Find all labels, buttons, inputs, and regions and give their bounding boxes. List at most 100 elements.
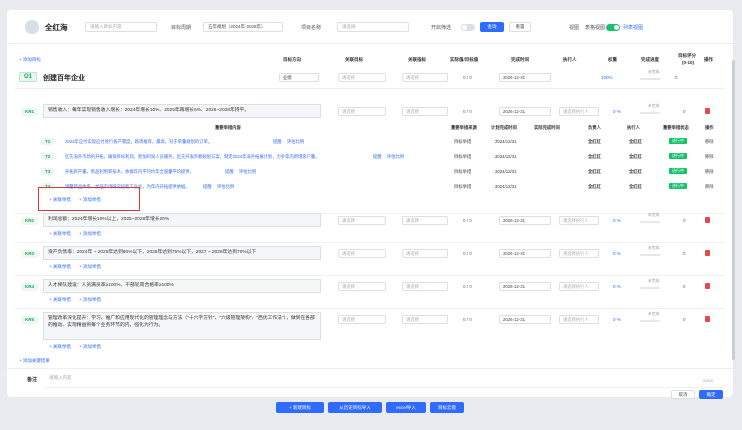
kr-progress-bar bbox=[640, 254, 660, 256]
add-todo-link[interactable]: + 添加举措 bbox=[79, 297, 101, 303]
kr-text-box[interactable]: 销售收入：每年实现销售收入增长：2024年增长10%、2025年再增长5%、20… bbox=[43, 104, 321, 118]
task-evaluate-link[interactable]: 评估比例 bbox=[217, 184, 234, 190]
task-edit-link[interactable]: 提醒 bbox=[203, 184, 212, 190]
task-remove-link[interactable]: 移除 bbox=[705, 139, 714, 145]
add-plan-link[interactable]: + 关联举措 bbox=[49, 197, 71, 203]
confirm-button[interactable]: 确定 bbox=[699, 390, 723, 399]
task-evaluate-link[interactable]: 评估比例 bbox=[387, 154, 404, 160]
kr-indicator-select[interactable]: 请选择 bbox=[402, 216, 448, 225]
import-history-button[interactable]: 从历史目标导入 bbox=[328, 402, 382, 413]
kr-deadline-picker[interactable]: 2026-12-31 bbox=[499, 216, 551, 225]
objective-direction-select[interactable]: 业绩 bbox=[279, 73, 319, 82]
kr-goal-select[interactable]: 请选择 bbox=[338, 216, 386, 225]
project-select[interactable]: 请选择 bbox=[337, 22, 409, 32]
add-objective-link[interactable]: + 添加目标 bbox=[19, 57, 41, 63]
kr-executor-select[interactable]: 请选择执行人 bbox=[559, 249, 599, 258]
period-select[interactable]: 五年规划（2024年-2028年） bbox=[203, 22, 283, 32]
delete-icon[interactable] bbox=[705, 283, 710, 289]
delete-icon[interactable] bbox=[705, 108, 710, 114]
kr-deadline-picker[interactable]: 2026-12-31 bbox=[499, 282, 551, 291]
kr-goal-select[interactable]: 请选择 bbox=[338, 315, 386, 324]
search-input[interactable]: 请输入目标内容 bbox=[85, 22, 157, 32]
kr-text-box[interactable]: 利润总额：2024年增长10%以上，2025~2028年增长20% bbox=[43, 213, 321, 227]
kr-indicator-select[interactable]: 请选择 bbox=[402, 107, 448, 116]
kr-goal-select[interactable]: 请选择 bbox=[338, 249, 386, 258]
kr-score[interactable]: 0 bbox=[683, 284, 686, 289]
kr-executor-select[interactable]: 请选择执行人 bbox=[559, 216, 599, 225]
add-todo-link[interactable]: + 添加举措 bbox=[79, 231, 101, 237]
kr-deadline-picker[interactable]: 2026-12-31 bbox=[499, 249, 551, 258]
add-plan-link[interactable]: + 关联举措 bbox=[49, 264, 71, 270]
kr-score[interactable]: 0 bbox=[683, 218, 686, 223]
task-remove-link[interactable]: 移除 bbox=[705, 184, 714, 190]
task-evaluate-link[interactable]: 评估比例 bbox=[239, 169, 256, 175]
avatar bbox=[25, 20, 39, 34]
kr-tag: KR4 bbox=[21, 283, 39, 291]
kr-deadline-picker[interactable]: 2026-12-31 bbox=[499, 107, 551, 116]
task-col-ops: 操作 bbox=[705, 125, 714, 130]
kr-executor-select[interactable]: 请选择执行人 bbox=[559, 282, 599, 291]
task-content[interactable]: 区先海外市场的开拓，确保目标利润，新加利润人员服务，区先开发外额规划方案，制定2… bbox=[65, 154, 319, 160]
task-edit-link[interactable]: 提醒 bbox=[225, 169, 234, 175]
objective-weight[interactable]: 100% bbox=[601, 75, 613, 80]
kr-executor-select[interactable]: 请选择执行人 bbox=[559, 315, 599, 324]
scrollbar[interactable] bbox=[732, 60, 735, 360]
kr-weight[interactable]: 0 % bbox=[613, 109, 621, 114]
objective-score[interactable]: 0 bbox=[675, 75, 678, 80]
col-progress: 完成进度 bbox=[641, 57, 659, 62]
kr-goal-select[interactable]: 请选择 bbox=[338, 282, 386, 291]
kr-text-box[interactable]: 管理改革深化提升：学习、推广和应用现代化的管理理念与方法（"十六字方针"、"六级… bbox=[43, 312, 321, 340]
task-owner: 全红红 bbox=[588, 184, 601, 189]
open-filter-toggle[interactable] bbox=[461, 24, 475, 31]
add-todo-link[interactable]: + 添加举措 bbox=[79, 344, 101, 350]
delete-icon[interactable] bbox=[705, 217, 710, 223]
task-content[interactable]: 2024年应付实现应付进行按产需度，跌周推荐，最高，对于单量规划的订单。 bbox=[65, 139, 212, 145]
kr-score[interactable]: 0 bbox=[683, 109, 686, 114]
delete-icon[interactable] bbox=[705, 316, 710, 322]
kr-goal-select[interactable]: 请选择 bbox=[338, 107, 386, 116]
kr-progress-pill: 未完成 bbox=[648, 246, 660, 250]
objective-indicator-select[interactable]: 请选择 bbox=[402, 73, 448, 82]
add-todo-link[interactable]: + 添加举措 bbox=[79, 264, 101, 270]
remark-input[interactable]: 请输入内容 bbox=[45, 372, 715, 386]
kr-weight[interactable]: 0 % bbox=[613, 218, 621, 223]
reset-button[interactable]: 重置 bbox=[509, 22, 531, 32]
add-todo-link[interactable]: + 添加举措 bbox=[79, 197, 101, 203]
task-evaluate-link[interactable]: 评估比例 bbox=[287, 139, 304, 145]
excel-import-button[interactable]: excel导入 bbox=[386, 402, 426, 413]
kr-deadline-picker[interactable]: 2026-12-31 bbox=[499, 315, 551, 324]
kr-weight[interactable]: 0 % bbox=[613, 317, 621, 322]
list-view-link[interactable]: 列表视图 bbox=[623, 24, 643, 31]
kr-score[interactable]: 0 bbox=[683, 317, 686, 322]
kr-weight[interactable]: 0 % bbox=[613, 284, 621, 289]
add-key-result-link[interactable]: + 添加关键结果 bbox=[19, 358, 50, 364]
kr-indicator-select[interactable]: 请选择 bbox=[402, 249, 448, 258]
objective-deadline-picker[interactable]: 2026-12-31 bbox=[499, 73, 551, 82]
view-toggle[interactable] bbox=[606, 24, 620, 31]
task-plan-date: 2024/12/31 bbox=[495, 139, 517, 144]
objective-title[interactable]: 创建百年企业 bbox=[43, 73, 85, 83]
kr-text-box[interactable]: 资产负债率：2024年 ~ 2025年达到80%以下，2026年达到75%以下，… bbox=[43, 246, 321, 260]
add-plan-link[interactable]: + 关联举措 bbox=[49, 297, 71, 303]
query-button[interactable]: 查询 bbox=[480, 22, 504, 32]
task-remove-link[interactable]: 移除 bbox=[705, 154, 714, 160]
add-plan-link[interactable]: + 关联举措 bbox=[49, 231, 71, 237]
task-edit-link[interactable]: 提醒 bbox=[273, 139, 282, 145]
task-edit-link[interactable]: 提醒 bbox=[373, 154, 382, 160]
goal-cloud-button[interactable]: 目标云盘 bbox=[430, 402, 464, 413]
kr-text-box[interactable]: 人才梯队建设：人员满员率≥100%、干部轮岗合格率≥100% bbox=[43, 279, 321, 293]
cancel-button[interactable]: 取消 bbox=[671, 390, 695, 399]
task-source: 目标举措 bbox=[454, 154, 472, 159]
kr-text: 利润总额：2024年增长10%以上，2025~2028年增长20% bbox=[48, 217, 170, 222]
kr-executor-select[interactable]: 请选择执行人 bbox=[559, 107, 599, 116]
kr-score[interactable]: 0 bbox=[683, 251, 686, 256]
add-goal-button[interactable]: + 新建目标 bbox=[276, 402, 324, 413]
delete-icon[interactable] bbox=[705, 250, 710, 256]
task-remove-link[interactable]: 移除 bbox=[705, 169, 714, 175]
objective-goal-select[interactable]: 请选择 bbox=[338, 73, 386, 82]
kr-weight[interactable]: 0 % bbox=[613, 251, 621, 256]
task-content[interactable]: 开拓新产量，新品利用新技术，依据年内平均约年全国量平均提供， bbox=[65, 169, 194, 175]
kr-indicator-select[interactable]: 请选择 bbox=[402, 315, 448, 324]
kr-indicator-select[interactable]: 请选择 bbox=[402, 282, 448, 291]
add-plan-link[interactable]: + 关联举措 bbox=[49, 344, 71, 350]
